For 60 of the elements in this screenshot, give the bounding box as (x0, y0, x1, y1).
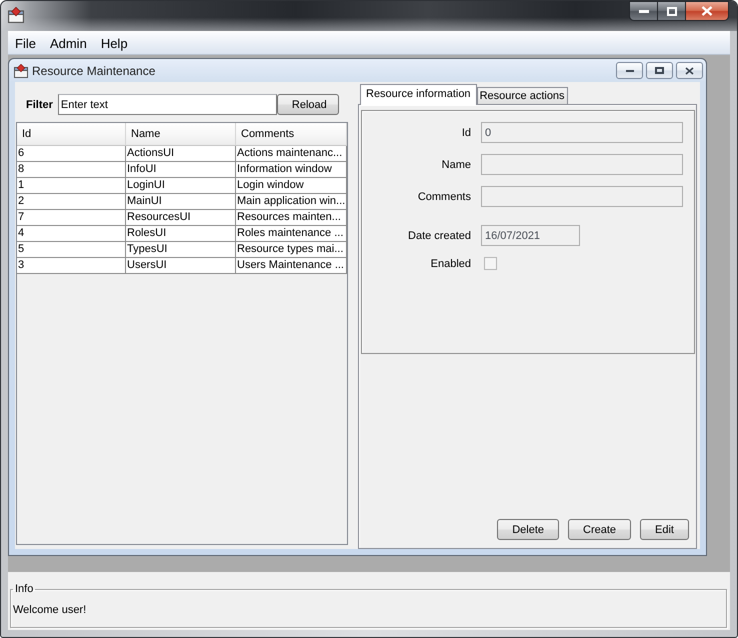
maximize-button[interactable] (646, 62, 673, 79)
table-cell: 7 (17, 210, 126, 226)
table-cell: InfoUI (126, 162, 236, 178)
app-icon (14, 64, 28, 78)
maximize-icon (655, 67, 664, 74)
table-cell: ResourcesUI (126, 210, 236, 226)
minimize-icon (638, 10, 648, 12)
table-cell: Users Maintenance ... (236, 258, 347, 274)
minimize-icon (626, 70, 634, 72)
table-cell: Resource types mai... (236, 242, 347, 258)
delete-button[interactable]: Delete (497, 519, 559, 540)
close-icon (701, 6, 713, 16)
table-cell: 3 (17, 258, 126, 274)
close-button[interactable] (685, 1, 729, 21)
status-message: Welcome user! (13, 604, 86, 617)
menu-item[interactable]: Help (94, 36, 135, 50)
menu-item[interactable]: Admin (42, 36, 94, 50)
edit-button[interactable]: Edit (640, 519, 689, 540)
maximize-button[interactable] (657, 1, 685, 21)
minimize-button[interactable] (616, 62, 643, 79)
minimize-button[interactable] (629, 1, 657, 21)
field-label: Date created (407, 230, 471, 242)
table-cell: RolesUI (126, 226, 236, 242)
table-cell: 4 (17, 226, 126, 242)
frame-title: Resource Maintenance (32, 64, 156, 78)
column-header[interactable]: Id (17, 123, 126, 146)
table-cell: TypesUI (126, 242, 236, 258)
app-icon (8, 7, 24, 23)
table-cell: MainUI (126, 194, 236, 210)
menu-item[interactable]: File (8, 36, 43, 50)
table-cell: 1 (17, 178, 126, 194)
table-cell: Resources mainten... (236, 210, 347, 226)
field-label: Enabled (430, 258, 471, 270)
filter-field[interactable]: Enter text (58, 94, 277, 115)
create-button[interactable]: Create (568, 519, 632, 540)
reload-button[interactable]: Reload (276, 94, 339, 115)
table-cell: 2 (17, 194, 126, 210)
table-cell: Actions maintenanc... (236, 146, 347, 162)
close-button[interactable] (676, 62, 703, 79)
column-header[interactable]: Comments (236, 123, 347, 146)
close-icon (685, 66, 694, 74)
table-cell: LoginUI (126, 178, 236, 194)
filter-label: Filter (26, 98, 53, 110)
table-cell: ActionsUI (126, 146, 236, 162)
table-cell: 6 (17, 146, 126, 162)
table-cell: UsersUI (126, 258, 236, 274)
table-cell: Main application win... (236, 194, 347, 210)
column-header[interactable]: Name (126, 123, 236, 146)
table-cell: 8 (17, 162, 126, 178)
field-label: Comments (416, 190, 471, 202)
table-cell: Information window (236, 162, 347, 178)
field-label: Name (440, 158, 471, 170)
tab[interactable]: Resource actions (476, 87, 568, 104)
tab[interactable]: Resource information (360, 84, 477, 105)
maximize-icon (666, 6, 676, 16)
table-cell: Roles maintenance ... (236, 226, 347, 242)
info-title: Info (14, 583, 34, 596)
table-cell: 5 (17, 242, 126, 258)
field-label: Id (460, 126, 471, 138)
table-cell: Login window (236, 178, 347, 194)
